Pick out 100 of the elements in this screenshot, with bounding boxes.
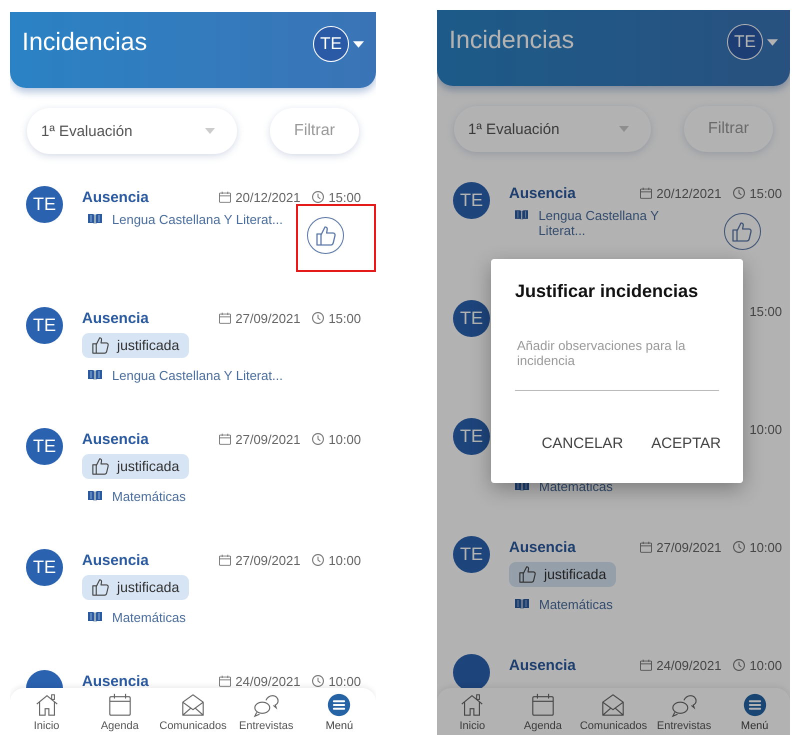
subject-text: Lengua Castellana Y Literat...	[538, 208, 660, 238]
calendar-icon	[530, 692, 556, 718]
thumbs-up-icon	[92, 578, 109, 596]
dialog-button[interactable]: ACEPTAR	[651, 435, 721, 452]
period-dropdown[interactable]: 1ª Evaluación	[454, 106, 651, 152]
avatar: TE	[453, 300, 490, 337]
nav-item[interactable]: Entrevistas	[648, 688, 720, 735]
book-icon	[88, 214, 102, 224]
incident-title: Ausencia	[509, 538, 576, 556]
nav-item[interactable]: Entrevistas	[230, 688, 303, 735]
badge-label: justificada	[117, 337, 180, 353]
subject-text: Lengua Castellana Y Literat...	[112, 368, 283, 382]
avatar: TE	[26, 549, 63, 586]
thumbs-up-icon	[519, 566, 536, 582]
date-text: 24/09/2021	[656, 658, 722, 672]
account-avatar[interactable]: TE	[313, 26, 349, 62]
date-text: 27/09/2021	[656, 540, 722, 554]
clock-icon	[312, 312, 324, 324]
nav-item[interactable]: Menú	[719, 688, 790, 735]
subject-text: Lengua Castellana Y Literat...	[112, 212, 283, 227]
time-text: 10:00	[328, 552, 361, 568]
nav-item[interactable]: Comunicados	[578, 688, 649, 735]
nav-item[interactable]: Inicio	[10, 688, 84, 735]
calendar-icon	[219, 675, 232, 687]
like-button[interactable]	[307, 217, 344, 254]
clock-icon	[312, 191, 324, 203]
thumbs-up-icon	[732, 222, 752, 242]
calendar-icon	[219, 433, 232, 445]
calendar-icon	[106, 692, 133, 718]
screen-title: Incidencias	[22, 28, 148, 57]
badge-label: justificada	[117, 579, 180, 595]
calendar-icon	[640, 187, 652, 199]
date-text: 20/12/2021	[656, 186, 722, 200]
nav-item[interactable]: Inicio	[437, 688, 508, 735]
calendar-icon	[219, 312, 232, 324]
subject-text: Matemáticas	[112, 488, 186, 504]
time-text: 15:00	[328, 190, 361, 204]
account-avatar[interactable]: TE	[727, 24, 763, 60]
subject-text: Matemáticas	[539, 478, 613, 494]
like-button[interactable]	[724, 213, 761, 250]
time-text: 10:00	[749, 422, 782, 436]
caret-icon[interactable]	[767, 38, 778, 46]
observations-field[interactable]: Añadir observaciones para la incidencia	[515, 338, 719, 391]
date-text: 27/09/2021	[235, 552, 300, 568]
calendar-icon	[219, 191, 232, 203]
badge-label: justificada	[544, 566, 606, 582]
chat-icon	[253, 692, 280, 718]
nav-item[interactable]: Agenda	[83, 688, 156, 735]
nav-item[interactable]: Comunicados	[156, 688, 230, 735]
time-text: 10:00	[328, 674, 361, 688]
calendar-icon	[640, 541, 652, 553]
book-icon	[515, 598, 529, 608]
calendar-icon	[640, 659, 652, 671]
clock-icon	[733, 659, 746, 671]
chat-icon	[671, 692, 698, 718]
time-text: 10:00	[749, 658, 782, 672]
incident-title: Ausencia	[82, 552, 149, 568]
clock-icon	[733, 187, 746, 199]
caret-icon[interactable]	[353, 40, 364, 48]
caret-icon	[619, 126, 629, 132]
subject-text: Matemáticas	[112, 610, 186, 624]
clock-icon	[312, 554, 324, 566]
thumbs-up-icon	[92, 336, 109, 354]
menu-icon	[742, 692, 768, 718]
incident-title: Ausencia	[509, 656, 576, 674]
incident-title: Ausencia	[82, 672, 149, 690]
book-icon	[515, 210, 528, 220]
time-text: 10:00	[328, 432, 361, 446]
screen-title: Incidencias	[449, 26, 574, 55]
avatar: TE	[453, 418, 490, 455]
book-icon	[88, 490, 102, 500]
incident-title: Ausencia	[82, 430, 149, 448]
nav-item[interactable]: Agenda	[508, 688, 578, 735]
date-text: 27/09/2021	[235, 432, 300, 446]
avatar	[453, 654, 490, 691]
time-text: 10:00	[749, 540, 782, 554]
incident-title: Ausencia	[82, 188, 149, 206]
avatar: TE	[26, 186, 63, 223]
time-text: 15:00	[749, 304, 782, 318]
incident-title: Ausencia	[82, 310, 149, 326]
date-text: 24/09/2021	[235, 674, 300, 688]
clock-icon	[733, 541, 746, 553]
envelope-icon	[600, 692, 626, 718]
avatar: TE	[453, 182, 490, 219]
book-icon	[88, 612, 102, 622]
clock-icon	[312, 675, 324, 687]
time-text: 15:00	[749, 186, 782, 200]
subject-text: Matemáticas	[539, 596, 613, 612]
menu-icon	[326, 692, 352, 718]
dialog-title: Justificar incidencias	[515, 281, 700, 302]
envelope-icon	[180, 692, 206, 718]
dialog-button[interactable]: CANCELAR	[542, 435, 624, 452]
incident-title: Ausencia	[509, 184, 576, 202]
nav-item[interactable]: Menú	[302, 688, 376, 735]
time-text: 15:00	[328, 310, 361, 326]
avatar: TE	[453, 536, 490, 573]
avatar: TE	[26, 307, 63, 344]
badge-label: justificada	[117, 458, 180, 474]
date-text: 20/12/2021	[235, 190, 300, 204]
period-dropdown[interactable]: 1ª Evaluación	[27, 108, 237, 154]
